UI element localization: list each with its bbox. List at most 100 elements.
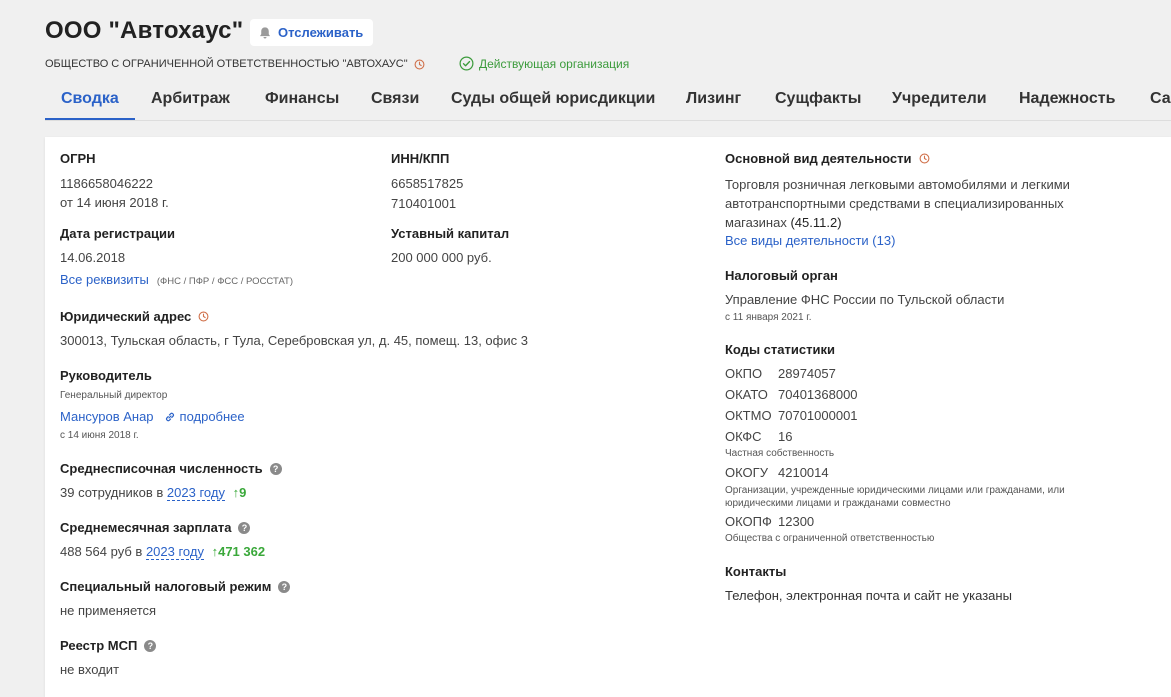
follow-button[interactable]: Отслеживать xyxy=(250,19,374,46)
headcount-label: Среднесписочная численность ? xyxy=(60,461,282,476)
headcount-label-text: Среднесписочная численность xyxy=(60,461,263,476)
okato-row: ОКАТО 70401368000 xyxy=(725,387,858,402)
okopf-value: 12300 xyxy=(778,514,815,529)
main-activity-text: Торговля розничная легковыми автомобилям… xyxy=(725,175,1120,232)
okato-value: 70401368000 xyxy=(778,387,858,402)
company-full-name: ОБЩЕСТВО С ОГРАНИЧЕННОЙ ОТВЕТСТВЕННОСТЬЮ… xyxy=(45,58,425,70)
help-icon[interactable]: ? xyxy=(238,521,251,534)
okogu-row: ОКОГУ 4210014 xyxy=(725,465,829,480)
all-details-row: Все реквизиты (ФНС / ПФР / ФСС / РОССТАТ) xyxy=(60,271,293,289)
help-icon[interactable]: ? xyxy=(278,580,291,593)
help-icon[interactable]: ? xyxy=(269,462,282,475)
okogu-description: Организации, учрежденные юридическими ли… xyxy=(725,485,1065,509)
tax-authority-value: Управление ФНС России по Тульской област… xyxy=(725,292,1005,307)
tax-authority-since: с 11 января 2021 г. xyxy=(725,312,812,323)
tax-regime-label: Специальный налоговый режим ? xyxy=(60,579,291,594)
status-text: Действующая организация xyxy=(479,56,630,71)
salary-year-link[interactable]: 2023 году xyxy=(145,544,204,560)
check-circle-icon xyxy=(459,56,474,71)
director-name-link[interactable]: Мансуров Анар xyxy=(60,409,154,424)
oktmo-code: ОКТМО xyxy=(725,408,772,423)
legal-address-value: 300013, Тульская область, г Тула, Серебр… xyxy=(60,333,528,348)
tab-finance[interactable]: Финансы xyxy=(265,80,339,120)
headcount-text: 39 сотрудников в xyxy=(60,485,164,500)
director-row: Мансуров Анар подробнее xyxy=(60,409,245,424)
tab-more[interactable]: Са xyxy=(1150,80,1171,120)
main-activity-label-text: Основной вид деятельности xyxy=(725,151,912,166)
tab-summary[interactable]: Сводка xyxy=(61,80,119,120)
full-name-text: ОБЩЕСТВО С ОГРАНИЧЕННОЙ ОТВЕТСТВЕННОСТЬЮ… xyxy=(45,58,408,70)
headcount-year-link[interactable]: 2023 году xyxy=(166,485,225,501)
tab-material-facts[interactable]: Сущфакты xyxy=(775,80,861,120)
okpo-value: 28974057 xyxy=(778,366,836,381)
tab-founders[interactable]: Учредители xyxy=(892,80,987,120)
tab-arbitration[interactable]: Арбитраж xyxy=(151,80,230,120)
okopf-code: ОКОПФ xyxy=(725,514,772,529)
registration-date-label: Дата регистрации xyxy=(60,226,176,241)
history-clock-icon[interactable] xyxy=(919,153,930,164)
tab-reliability[interactable]: Надежность xyxy=(1019,80,1115,120)
director-more-text: подробнее xyxy=(179,409,245,424)
help-icon[interactable]: ? xyxy=(144,639,157,652)
ogrn-value: 1186658046222 xyxy=(60,176,154,191)
follow-label: Отслеживать xyxy=(278,25,364,40)
tax-regime-value: не применяется xyxy=(60,603,157,618)
all-activities-link[interactable]: Все виды деятельности (13) xyxy=(725,233,895,248)
director-more-link[interactable]: подробнее xyxy=(164,409,245,424)
capital-value: 200 000 000 руб. xyxy=(391,250,492,265)
okopf-description: Общества с ограниченной ответственностью xyxy=(725,533,935,544)
salary-delta: ↑471 362 xyxy=(211,544,266,559)
okpo-row: ОКПО 28974057 xyxy=(725,366,836,381)
headcount-delta: ↑9 xyxy=(232,485,247,500)
status-badge: Действующая организация xyxy=(459,56,629,71)
activity-description: Торговля розничная легковыми автомобилям… xyxy=(725,177,1070,230)
headcount-value: 39 сотрудников в 2023 году ↑9 xyxy=(60,485,247,501)
link-icon xyxy=(165,412,174,421)
director-position: Генеральный директор xyxy=(60,390,168,401)
okfs-description: Частная собственность xyxy=(725,448,835,459)
salary-label: Среднемесячная зарплата ? xyxy=(60,520,251,535)
oktmo-row: ОКТМО 70701000001 xyxy=(725,408,858,423)
msp-label: Реестр МСП ? xyxy=(60,638,157,653)
salary-label-text: Среднемесячная зарплата xyxy=(60,520,232,535)
activity-code: (45.11.2) xyxy=(790,215,842,230)
registration-date-value: 14.06.2018 xyxy=(60,250,126,265)
okfs-row: ОКФС 16 xyxy=(725,429,792,444)
inn-kpp-label: ИНН/КПП xyxy=(391,151,450,166)
ogrn-date: от 14 июня 2018 г. xyxy=(60,195,169,210)
history-clock-icon[interactable] xyxy=(198,311,209,322)
all-details-sources: (ФНС / ПФР / ФСС / РОССТАТ) xyxy=(156,276,294,287)
stat-codes-label: Коды статистики xyxy=(725,342,835,357)
okfs-value: 16 xyxy=(778,429,793,444)
legal-address-label-text: Юридический адрес xyxy=(60,309,192,324)
director-label: Руководитель xyxy=(60,368,152,383)
okpo-code: ОКПО xyxy=(725,366,763,381)
company-title: ООО "Автохаус" xyxy=(45,17,244,44)
salary-text: 488 564 руб в xyxy=(60,544,143,559)
salary-value: 488 564 руб в 2023 году ↑471 362 xyxy=(60,544,266,560)
history-clock-icon[interactable] xyxy=(414,59,425,70)
inn-value: 6658517825 xyxy=(391,176,464,191)
tabs-divider xyxy=(45,120,1171,121)
okfs-code: ОКФС xyxy=(725,429,762,444)
okopf-row: ОКОПФ 12300 xyxy=(725,514,814,529)
ogrn-label: ОГРН xyxy=(60,151,96,166)
capital-label: Уставный капитал xyxy=(391,226,510,241)
tab-general-courts[interactable]: Суды общей юрисдикции xyxy=(451,80,655,120)
okogu-value: 4210014 xyxy=(778,465,829,480)
tab-leasing[interactable]: Лизинг xyxy=(686,80,741,120)
msp-label-text: Реестр МСП xyxy=(60,638,138,653)
tax-regime-label-text: Специальный налоговый режим xyxy=(60,579,272,594)
tax-authority-label: Налоговый орган xyxy=(725,268,838,283)
msp-value: не входит xyxy=(60,662,120,677)
main-activity-label: Основной вид деятельности xyxy=(725,151,930,166)
oktmo-value: 70701000001 xyxy=(778,408,858,423)
all-details-link[interactable]: Все реквизиты xyxy=(60,272,149,287)
okogu-code: ОКОГУ xyxy=(725,465,768,480)
legal-address-label: Юридический адрес xyxy=(60,309,209,324)
bell-icon xyxy=(260,26,270,39)
tab-bar: Сводка Арбитраж Финансы Связи Суды общей… xyxy=(45,80,1171,122)
director-since: с 14 июня 2018 г. xyxy=(60,430,139,441)
tab-connections[interactable]: Связи xyxy=(371,80,419,120)
okato-code: ОКАТО xyxy=(725,387,768,402)
